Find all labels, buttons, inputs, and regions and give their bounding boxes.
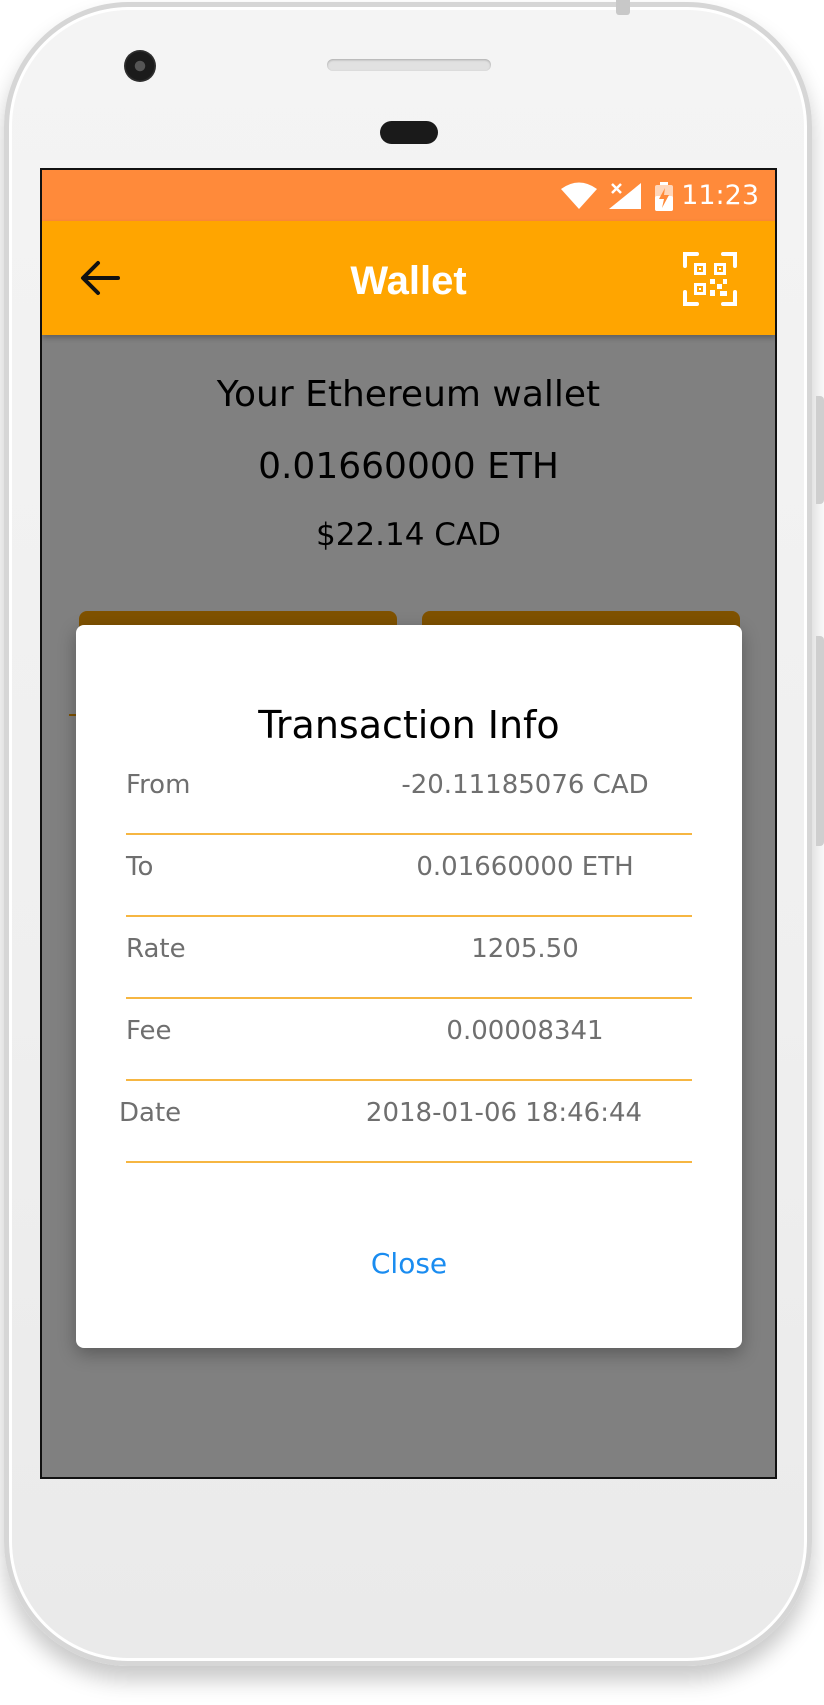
info-row-rate: Rate 1205.50 bbox=[126, 915, 692, 999]
eth-balance: 0.01660000 ETH bbox=[258, 446, 559, 487]
wifi-icon bbox=[561, 182, 597, 209]
row-value: 0.01660000 ETH bbox=[416, 852, 634, 882]
earpiece-speaker bbox=[327, 59, 491, 71]
phone-top-button bbox=[616, 0, 630, 15]
dialog-title: Transaction Info bbox=[258, 703, 560, 747]
info-row-fee: Fee 0.00008341 bbox=[126, 997, 692, 1081]
front-camera bbox=[124, 50, 156, 82]
row-label: Fee bbox=[126, 1016, 172, 1046]
phone-power-button bbox=[816, 636, 824, 846]
row-label: To bbox=[126, 852, 154, 882]
row-value: 2018-01-06 18:46:44 bbox=[365, 1098, 643, 1128]
info-row-to: To 0.01660000 ETH bbox=[126, 833, 692, 917]
battery-charging-icon bbox=[655, 182, 673, 211]
row-label: Rate bbox=[126, 934, 186, 964]
app-title: Wallet bbox=[350, 259, 467, 303]
row-value: 0.00008341 bbox=[446, 1016, 604, 1046]
status-bar: 11:23 bbox=[42, 170, 775, 221]
status-time: 11:23 bbox=[681, 180, 759, 211]
phone-screen: 11:23 Wallet Your Ethereum wallet 0.0166… bbox=[40, 168, 777, 1479]
app-bar: Wallet bbox=[42, 221, 775, 335]
row-label: Date bbox=[119, 1098, 182, 1128]
qr-scan-button[interactable] bbox=[682, 251, 738, 307]
phone-volume-button bbox=[816, 396, 824, 504]
cad-balance: $22.14 CAD bbox=[315, 517, 502, 553]
row-value: 1205.50 bbox=[471, 934, 579, 964]
info-row-date: Date 2018-01-06 18:46:44 bbox=[119, 1079, 692, 1163]
row-value: -20.11185076 CAD bbox=[401, 770, 649, 800]
row-label: From bbox=[126, 770, 191, 800]
cell-signal-icon bbox=[609, 183, 641, 209]
proximity-sensor bbox=[380, 121, 438, 144]
wallet-heading: Your Ethereum wallet bbox=[216, 374, 601, 415]
info-row-from: From -20.11185076 CAD bbox=[126, 751, 692, 835]
transaction-info-dialog: Transaction Info From -20.11185076 CAD T… bbox=[76, 625, 742, 1348]
qr-code-icon bbox=[683, 252, 737, 306]
close-button[interactable]: Close bbox=[329, 1233, 489, 1293]
